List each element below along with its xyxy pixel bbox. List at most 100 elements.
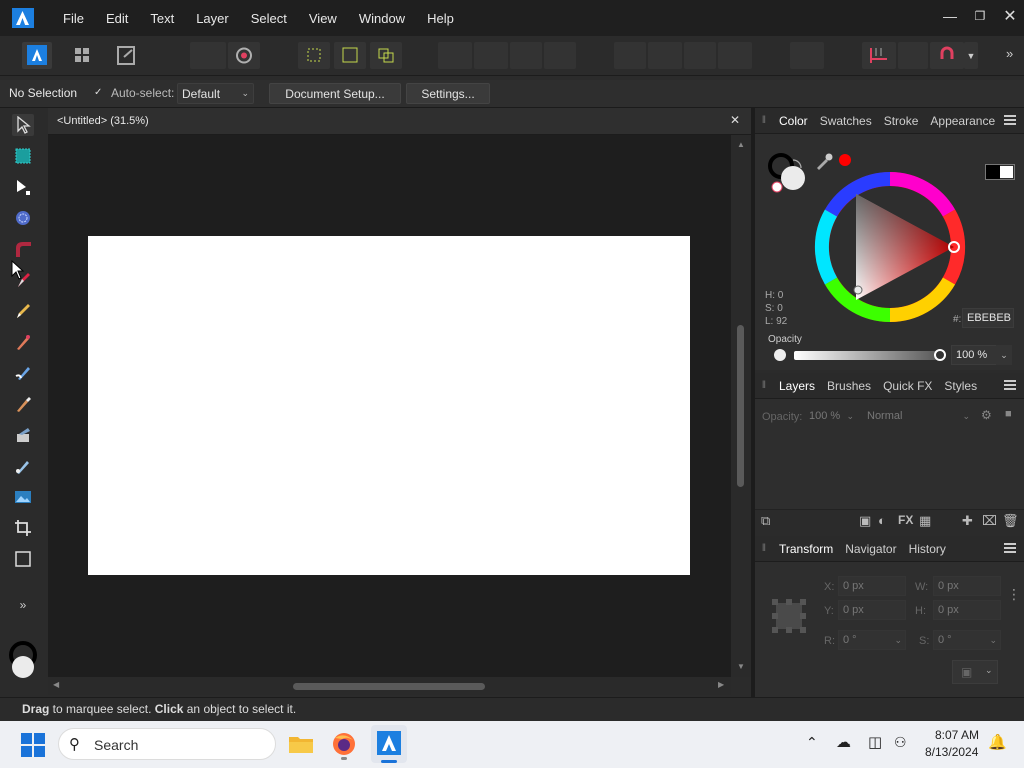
display-icon[interactable]: ◫ [868, 733, 882, 751]
menu-window[interactable]: Window [348, 11, 416, 26]
fill-stroke-swatch[interactable] [9, 641, 37, 683]
toolbar-overflow-chevron-icon[interactable]: » [1006, 46, 1013, 61]
tab-transform[interactable]: Transform [773, 542, 839, 556]
clock-time[interactable]: 8:07 AM [935, 728, 979, 742]
notification-bell-icon[interactable]: 🔔 [988, 733, 1007, 751]
toolbar-button-disabled[interactable] [438, 42, 472, 69]
tab-history[interactable]: History [903, 542, 952, 556]
designer-persona-button[interactable] [22, 42, 52, 69]
picked-color-swatch[interactable] [839, 154, 851, 166]
gradient-tool-button[interactable] [12, 455, 34, 477]
toolbar-button-disabled[interactable] [544, 42, 576, 69]
file-explorer-button[interactable] [288, 731, 314, 757]
menu-select[interactable]: Select [240, 11, 298, 26]
menu-layer[interactable]: Layer [185, 11, 240, 26]
menu-text[interactable]: Text [139, 11, 185, 26]
color-picker-eyedropper-icon[interactable] [815, 152, 833, 170]
horizontal-scroll-thumb[interactable] [293, 683, 485, 690]
document-tab[interactable]: <Untitled> (31.5%) ✕ [48, 108, 751, 135]
export-persona-button[interactable] [112, 42, 142, 69]
shear-input[interactable]: 0 ° ⌄ [933, 630, 1001, 650]
pixel-persona-button[interactable] [68, 42, 98, 69]
tab-navigator[interactable]: Navigator [839, 542, 902, 556]
minimize-button[interactable]: — [934, 0, 966, 32]
vector-brush-tool-button[interactable] [12, 331, 34, 353]
firefox-button[interactable] [330, 730, 358, 760]
align-button[interactable] [298, 42, 330, 69]
close-window-button[interactable]: ✕ [994, 0, 1024, 32]
toolbar-button-disabled[interactable] [718, 42, 752, 69]
scroll-right-icon[interactable]: ▶ [718, 680, 724, 689]
arrange-layers-icon[interactable]: ⧉ [761, 513, 770, 529]
adjustment-layer-icon[interactable]: ◐ [878, 513, 886, 528]
tab-styles[interactable]: Styles [938, 379, 983, 393]
opacity-dropdown-chevron-icon[interactable]: ⌄ [996, 345, 1012, 365]
autoselect-dropdown[interactable]: Default ⌄ [177, 83, 254, 104]
toolbar-button-disabled[interactable] [790, 42, 824, 69]
snapping-grid-button[interactable] [862, 42, 896, 69]
toolbar-button-disabled[interactable] [648, 42, 682, 69]
rotation-input[interactable]: 0 ° ⌄ [838, 630, 906, 650]
pixel-layer-icon[interactable]: ▦ [919, 513, 931, 529]
delete-layer-icon[interactable]: 🗑 [1002, 513, 1019, 529]
artboard-tool-button[interactable] [12, 145, 34, 167]
document-page[interactable] [88, 236, 690, 575]
transparency-tool-button[interactable] [12, 424, 34, 446]
panel-menu-icon[interactable] [1004, 543, 1016, 553]
toolbar-button-disabled[interactable] [614, 42, 646, 69]
tab-color[interactable]: Color [773, 114, 814, 128]
paint-brush-tool-button[interactable] [12, 393, 34, 415]
group-layer-icon[interactable]: ⌧ [982, 513, 997, 529]
node-tool-button[interactable] [12, 176, 34, 198]
lock-icon[interactable]: ■ [1005, 408, 1012, 420]
panel-menu-icon[interactable] [1004, 380, 1016, 390]
rectangle-tool-button[interactable] [12, 548, 34, 570]
close-document-icon[interactable]: ✕ [730, 113, 740, 127]
toolbar-button-disabled[interactable] [510, 42, 542, 69]
tab-appearance[interactable]: Appearance [924, 114, 1001, 128]
show-hidden-icons-chevron-icon[interactable]: ⌃ [806, 734, 818, 751]
fx-icon[interactable]: FX [898, 513, 913, 527]
scroll-up-icon[interactable]: ▲ [737, 140, 745, 149]
add-layer-icon[interactable]: ✚ [962, 513, 973, 529]
vertical-scroll-thumb[interactable] [737, 325, 744, 487]
menu-file[interactable]: File [52, 11, 95, 26]
scroll-down-icon[interactable]: ▼ [737, 662, 745, 671]
menu-view[interactable]: View [298, 11, 348, 26]
opacity-slider-handle[interactable] [934, 349, 946, 361]
tab-quick-fx[interactable]: Quick FX [877, 379, 938, 393]
contour-tool-button[interactable] [12, 207, 34, 229]
place-image-tool-button[interactable] [12, 486, 34, 508]
width-input[interactable]: 0 px [933, 576, 1001, 596]
fill-stroke-selector[interactable] [767, 152, 809, 194]
start-button[interactable] [21, 733, 45, 757]
snapping-dropdown-button[interactable]: ▼ [964, 42, 978, 69]
toolbar-button-disabled[interactable] [190, 42, 226, 69]
menu-help[interactable]: Help [416, 11, 465, 26]
fill-tool-button[interactable] [12, 362, 34, 384]
color-mode-swatch[interactable] [985, 164, 1015, 180]
snapping-button[interactable] [228, 42, 260, 69]
height-input[interactable]: 0 px [933, 600, 1001, 620]
tab-brushes[interactable]: Brushes [821, 379, 877, 393]
layer-options-gear-icon[interactable]: ⚙ [981, 408, 992, 422]
corner-tool-button[interactable] [12, 238, 34, 260]
menu-edit[interactable]: Edit [95, 11, 139, 26]
network-icon[interactable]: ☁ [836, 733, 851, 751]
toolbar-button-disabled[interactable] [474, 42, 508, 69]
restore-button[interactable]: ❐ [964, 0, 996, 32]
transform-button[interactable] [334, 42, 366, 69]
pencil-tool-button[interactable] [12, 300, 34, 322]
vertical-scrollbar[interactable]: ▲ ▼ [731, 135, 751, 677]
move-tool-button[interactable] [12, 114, 34, 136]
more-tools-chevron-icon[interactable]: » [12, 594, 34, 616]
tab-swatches[interactable]: Swatches [814, 114, 878, 128]
horizontal-scrollbar[interactable]: ◀ ▶ [48, 677, 731, 695]
mask-layer-icon[interactable]: ▣ [859, 513, 871, 529]
clock-date[interactable]: 8/13/2024 [925, 745, 978, 759]
hex-input[interactable]: EBEBEB [962, 308, 1014, 328]
scroll-left-icon[interactable]: ◀ [53, 680, 59, 689]
link-proportions-icon[interactable]: ⋮ [1007, 586, 1021, 603]
y-position-input[interactable]: 0 px [838, 600, 906, 620]
tab-layers[interactable]: Layers [773, 379, 821, 393]
